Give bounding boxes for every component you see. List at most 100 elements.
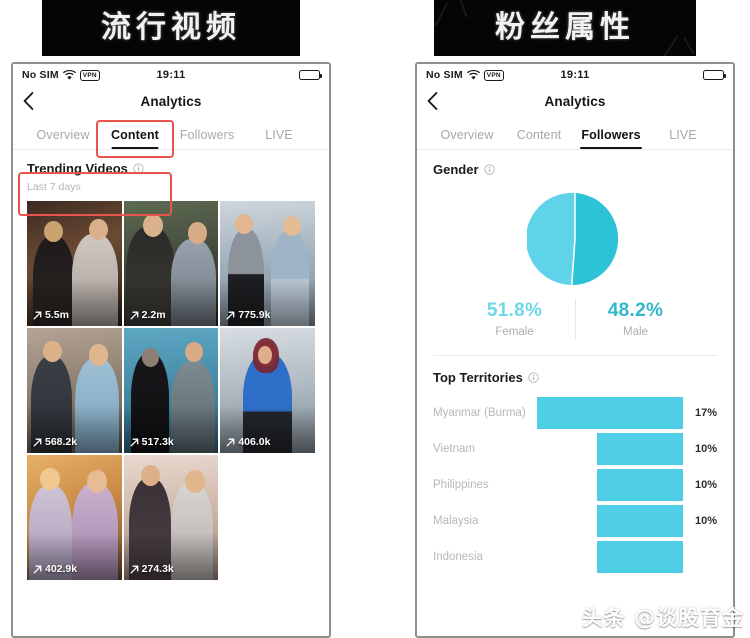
status-bar: No SIM VPN 19:11	[13, 64, 329, 86]
status-bar-clock: 19:11	[560, 69, 590, 81]
thumbnail-vignette	[123, 201, 219, 326]
trend-up-arrow-icon	[226, 438, 235, 446]
grid-empty-slot	[220, 455, 315, 580]
tab-followers-label: Followers	[581, 128, 641, 142]
video-thumbnail[interactable]: 406.0k	[220, 328, 315, 453]
gender-stats-row: 51.8% Female 48.2% Male	[417, 293, 733, 355]
gender-section-header: Gender	[417, 150, 733, 177]
video-metric-value: 274.3k	[141, 563, 174, 575]
tab-content[interactable]: Content	[503, 128, 575, 149]
thumbnail-vignette	[123, 455, 219, 580]
gender-title-row: Gender	[433, 162, 717, 177]
male-percentage: 48.2%	[607, 300, 664, 321]
territory-percentage: 10%	[694, 443, 717, 455]
video-metric-value: 402.9k	[45, 563, 78, 575]
tab-live[interactable]: LIVE	[243, 128, 315, 149]
pie-slice-male	[571, 192, 619, 285]
gender-pie-svg	[527, 192, 619, 286]
thumbnail-vignette	[220, 328, 315, 453]
banner-scratch-decoration	[434, 3, 448, 27]
male-label: Male	[623, 326, 648, 338]
video-metric-value: 406.0k	[238, 436, 271, 448]
info-icon[interactable]	[133, 163, 144, 174]
video-metric-value: 568.2k	[45, 436, 78, 448]
tab-overview[interactable]: Overview	[431, 128, 503, 149]
pie-slice-female	[527, 192, 575, 285]
analytics-tab-bar: Overview Content Followers LIVE	[13, 116, 329, 150]
caption-banner-right: 粉丝属性	[434, 0, 696, 56]
trend-up-arrow-icon	[226, 311, 235, 319]
info-icon[interactable]	[528, 372, 539, 383]
top-territories-chart: Myanmar (Burma) 17% Vietnam 10% Philippi…	[417, 385, 733, 575]
territory-bar-track	[537, 467, 683, 503]
territory-row: Indonesia	[433, 539, 717, 575]
thumbnail-vignette	[27, 455, 122, 580]
phone-screen-content-tab: No SIM VPN 19:11 Analytics Overview Cont…	[11, 62, 331, 638]
territory-bar	[596, 469, 683, 501]
territory-name: Vietnam	[433, 443, 475, 455]
status-bar-right	[299, 70, 322, 80]
territory-bar	[596, 505, 683, 537]
video-metric: 517.3k	[130, 436, 174, 448]
nav-bar: Analytics	[13, 86, 329, 116]
trending-videos-title: Trending Videos	[27, 161, 128, 176]
gender-pie-chart	[417, 177, 733, 293]
territory-row: Myanmar (Burma) 17%	[433, 395, 717, 431]
thumbnail-vignette	[27, 328, 122, 453]
tab-active-underline	[580, 146, 642, 149]
trend-up-arrow-icon	[33, 311, 42, 319]
tab-overview[interactable]: Overview	[27, 128, 99, 149]
tab-followers[interactable]: Followers	[575, 128, 647, 149]
video-metric: 274.3k	[130, 563, 174, 575]
video-thumbnail[interactable]: 775.9k	[220, 201, 315, 326]
video-metric: 5.5m	[33, 309, 69, 321]
video-thumbnail[interactable]: 2.2m	[123, 201, 219, 326]
video-thumbnail[interactable]: 274.3k	[123, 455, 219, 580]
trending-videos-title-row: Trending Videos	[27, 161, 315, 176]
territory-name: Myanmar (Burma)	[433, 407, 526, 419]
top-territories-title: Top Territories	[433, 370, 523, 385]
phone-screen-followers-tab: No SIM VPN 19:11 Analytics Overview Cont…	[415, 62, 735, 638]
gender-stat-female: 51.8% Female	[455, 300, 575, 338]
trend-up-arrow-icon	[130, 565, 139, 573]
territory-name: Malaysia	[433, 515, 479, 527]
banner-scratch-decoration	[458, 0, 468, 18]
video-thumbnail[interactable]: 5.5m	[27, 201, 122, 326]
status-bar: No SIM VPN 19:11	[417, 64, 733, 86]
video-metric-value: 775.9k	[238, 309, 271, 321]
caption-banner-right-text: 粉丝属性	[495, 10, 635, 45]
video-metric: 775.9k	[226, 309, 270, 321]
video-metric-value: 517.3k	[141, 436, 174, 448]
territory-row: Vietnam 10%	[433, 431, 717, 467]
territory-row: Philippines 10%	[433, 467, 717, 503]
territory-percentage: 10%	[694, 515, 717, 527]
video-metric: 402.9k	[33, 563, 77, 575]
tab-content[interactable]: Content	[99, 128, 171, 149]
video-metric: 568.2k	[33, 436, 77, 448]
territory-bar	[596, 541, 683, 573]
female-label: Female	[495, 326, 534, 338]
video-thumbnail[interactable]: 517.3k	[123, 328, 219, 453]
video-thumbnail[interactable]: 568.2k	[27, 328, 122, 453]
territory-percentage: 10%	[694, 479, 717, 491]
caption-banner-left-text: 流行视频	[101, 10, 241, 45]
trend-up-arrow-icon	[33, 438, 42, 446]
video-thumbnail[interactable]: 402.9k	[27, 455, 122, 580]
trend-up-arrow-icon	[130, 311, 139, 319]
gender-title: Gender	[433, 162, 479, 177]
trending-videos-subtitle: Last 7 days	[27, 181, 81, 193]
territory-bar-track	[537, 539, 683, 575]
info-icon[interactable]	[483, 164, 495, 175]
territory-percentage: 17%	[694, 407, 717, 419]
territory-name: Indonesia	[433, 551, 483, 563]
top-territories-title-row: Top Territories	[433, 370, 717, 385]
tab-followers[interactable]: Followers	[171, 128, 243, 149]
watermark: 头条 @谈股育金	[581, 606, 744, 630]
tab-live[interactable]: LIVE	[647, 128, 719, 149]
video-metric-value: 5.5m	[45, 309, 69, 321]
top-territories-section-header: Top Territories	[417, 356, 733, 385]
battery-icon	[703, 70, 726, 80]
video-metric: 2.2m	[130, 309, 166, 321]
territory-row: Malaysia 10%	[433, 503, 717, 539]
thumbnail-vignette	[27, 201, 122, 326]
